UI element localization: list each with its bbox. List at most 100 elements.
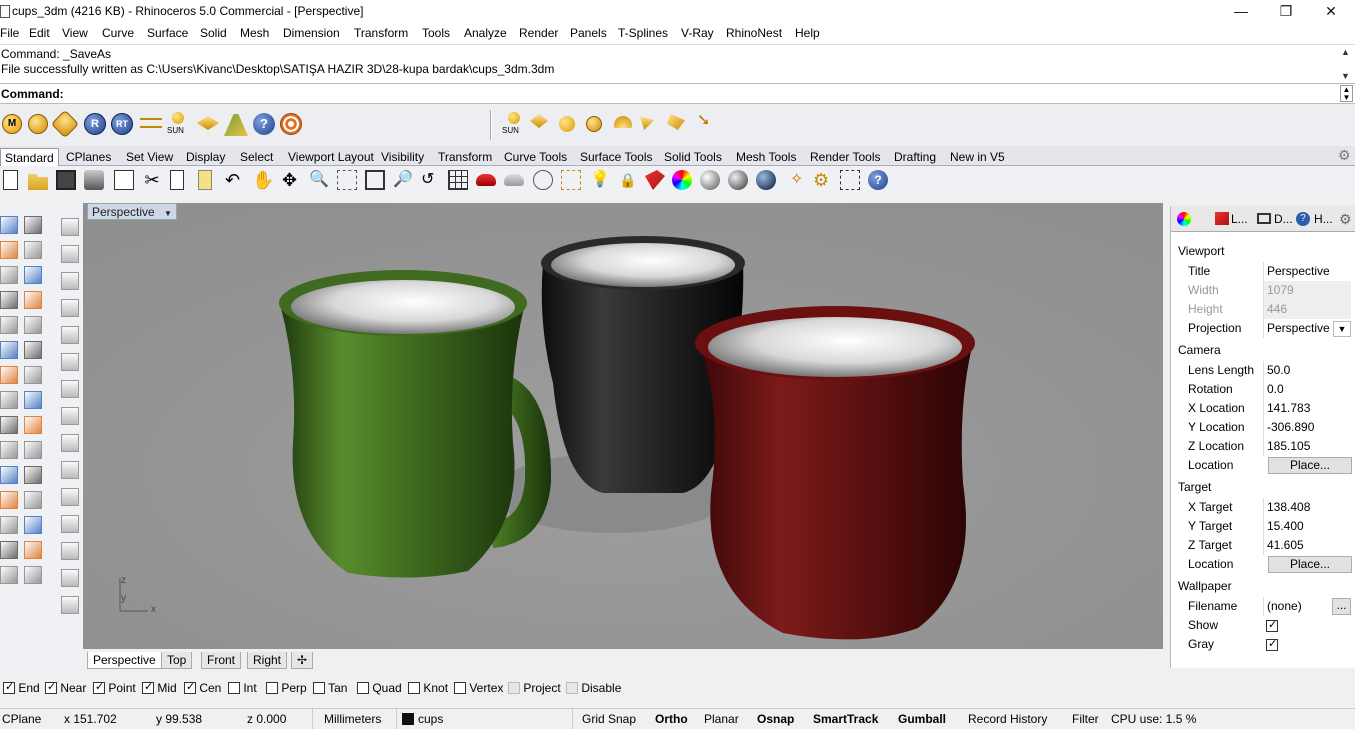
scroll-down-icon[interactable]: ▼ [1341,71,1351,81]
plant-icon[interactable] [224,114,248,136]
browse-button[interactable]: ... [1332,598,1351,615]
filter-toggle[interactable]: Filter [1072,712,1099,726]
directional-light-icon[interactable] [586,116,602,132]
scale-icon[interactable] [24,491,42,509]
point-light-icon[interactable] [559,116,575,132]
polygon-icon[interactable] [0,316,18,334]
osnap-tan-checkbox[interactable] [313,682,325,694]
menu-help[interactable]: Help [795,26,820,40]
chevron-down-icon[interactable]: ▼ [164,209,172,218]
select-arrow-icon[interactable] [0,216,18,234]
cylinder-icon[interactable] [0,391,18,409]
current-layer[interactable]: cups [418,712,443,726]
sphere-icon[interactable] [24,366,42,384]
target-place-button[interactable]: Place... [1268,556,1352,573]
new-file-icon[interactable] [3,170,18,190]
copy-icon[interactable] [170,170,184,190]
show-checkbox[interactable] [1266,618,1278,632]
cut-icon[interactable]: ✂ [142,170,162,190]
extrude-icon[interactable] [24,391,42,409]
menu-edit[interactable]: Edit [29,26,50,40]
save-icon[interactable] [56,170,76,190]
command-input[interactable] [64,85,1334,102]
trim-icon[interactable] [24,441,42,459]
prop-value[interactable]: 185.105 [1263,437,1351,456]
dimension-linear-icon[interactable] [61,326,79,344]
tab-front[interactable]: Front [201,652,242,669]
zoom-icon[interactable]: 🔍 [309,170,329,190]
zoom-selected-icon[interactable]: 🔎 [393,170,413,190]
osnap-mid-checkbox[interactable] [142,680,154,694]
osnap-toggle[interactable]: Osnap [757,712,794,726]
osnap-knot-checkbox[interactable] [408,682,420,694]
units-status[interactable]: Millimeters [324,712,381,726]
grid-snap-toggle[interactable]: Grid Snap [582,712,636,726]
tab-display[interactable]: Display [186,148,225,166]
menu-analyze[interactable]: Analyze [464,26,507,40]
osnap-project-checkbox[interactable] [508,682,520,694]
menu-solid[interactable]: Solid [200,26,227,40]
boundary-icon[interactable] [61,299,79,317]
select-window-icon[interactable] [561,170,581,190]
menu-rhinonest[interactable]: RhinoNest [726,26,782,40]
tab-right[interactable]: Right [247,652,288,669]
tab-set-view[interactable]: Set View [126,148,173,166]
car-ghost-icon[interactable] [504,174,524,186]
add-viewport-icon[interactable]: ✢ [291,652,314,669]
tab-mesh-tools[interactable]: Mesh Tools [736,148,796,166]
tab-top[interactable]: Top [161,652,193,669]
layers-tab-label[interactable]: L... [1231,212,1248,226]
osnap-near-checkbox[interactable] [45,680,57,694]
perspective-viewport[interactable]: z y x [83,203,1163,649]
paste-icon[interactable] [198,170,212,190]
layers-tab-icon[interactable] [1215,212,1229,225]
move-icon[interactable] [0,491,18,509]
menu-vray[interactable]: V-Ray [681,26,714,40]
gray-checkbox[interactable] [1266,637,1278,651]
color-wheel-icon[interactable] [672,170,692,190]
planar-toggle[interactable]: Planar [704,712,739,726]
shaded-sphere-icon[interactable] [728,170,748,190]
tab-select[interactable]: Select [240,148,273,166]
lock-icon[interactable]: 🔒 [619,170,639,190]
more-icon[interactable] [24,566,42,584]
material-editor-icon[interactable]: M [2,114,22,134]
osnap-quad-checkbox[interactable] [357,682,369,694]
help-tab-icon[interactable]: ? [1296,212,1310,226]
minimize-button[interactable]: — [1218,0,1264,24]
circle-center-icon[interactable] [24,266,42,284]
render-icon[interactable]: R [84,113,106,135]
tab-curve-tools[interactable]: Curve Tools [504,148,567,166]
tab-new-in-v5[interactable]: New in V5 [950,148,1005,166]
open-folder-icon[interactable] [28,174,48,190]
light-icon[interactable]: ✧ [790,170,810,190]
array-icon[interactable] [0,516,18,534]
prop-value[interactable]: 41.605 [1263,536,1351,555]
menu-file[interactable]: File [0,26,19,40]
tab-render-tools[interactable]: Render Tools [810,148,881,166]
maximize-button[interactable]: ❐ [1263,0,1309,24]
cube-icon[interactable] [61,353,79,371]
target-icon[interactable] [280,113,302,135]
dimension-icon[interactable] [0,541,18,559]
box-icon[interactable] [0,366,18,384]
osnap-vertex-checkbox[interactable] [454,682,466,694]
display-tab-label[interactable]: D... [1274,212,1293,226]
tab-visibility[interactable]: Visibility [381,148,424,166]
tab-standard[interactable]: Standard [0,148,59,166]
globe-icon[interactable] [61,272,79,290]
ortho-toggle[interactable]: Ortho [655,712,688,726]
surface-icon[interactable] [0,341,18,359]
sun-icon-2[interactable] [508,112,520,124]
viewport-title[interactable]: Perspective ▼ [87,203,177,220]
transform-box-icon[interactable] [840,170,860,190]
blocks-icon[interactable] [61,380,79,398]
menu-panels[interactable]: Panels [570,26,607,40]
osnap-end-checkbox[interactable] [3,680,15,694]
menu-surface[interactable]: Surface [147,26,188,40]
light-icon[interactable] [197,116,219,130]
osnap-disable-checkbox[interactable] [566,682,578,694]
mirror-icon[interactable] [24,516,42,534]
grid-icon[interactable] [0,566,18,584]
scroll-up-icon[interactable]: ▲ [1341,47,1351,57]
